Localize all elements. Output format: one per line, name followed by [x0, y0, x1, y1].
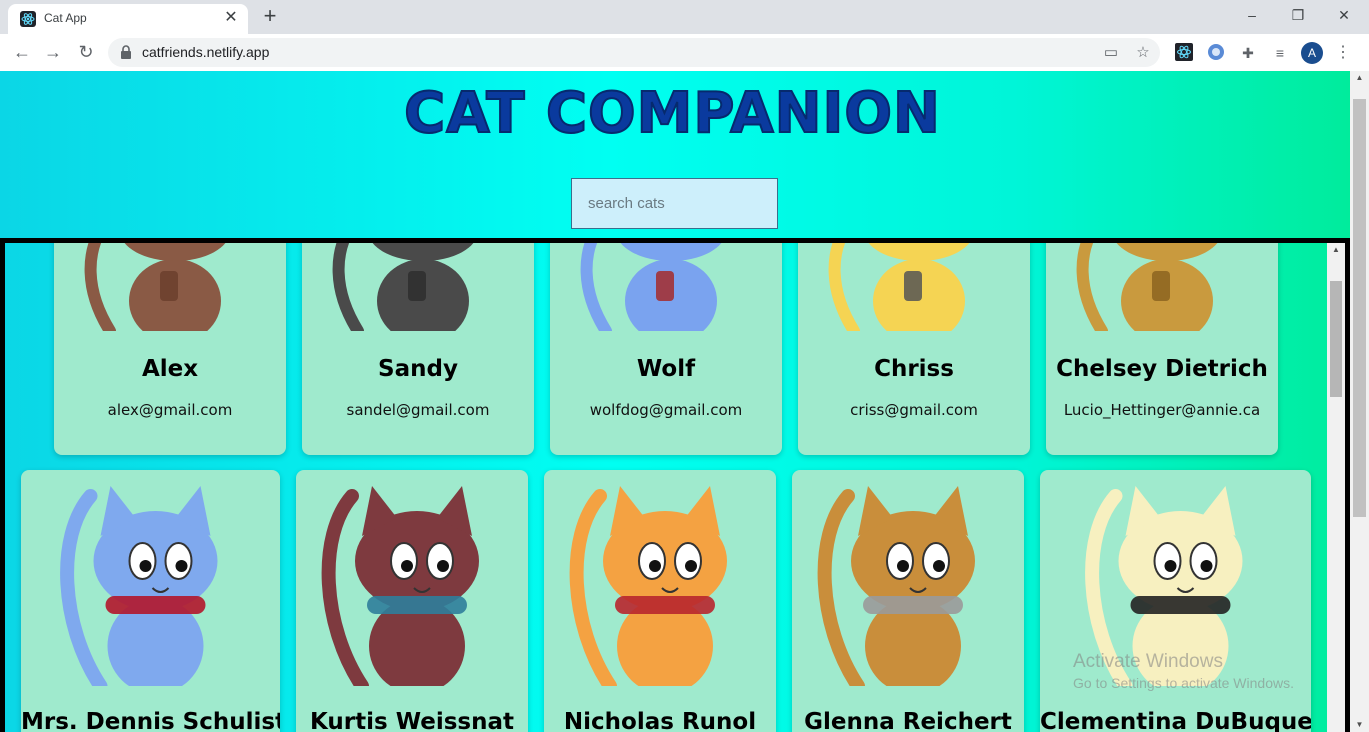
cat-card[interactable]: Nicholas Runol — [544, 470, 776, 732]
cat-list-scrollbar-thumb[interactable] — [1330, 281, 1342, 397]
cat-card[interactable]: Chelsey Dietrich Lucio_Hettinger@annie.c… — [1046, 243, 1278, 455]
cat-name: Sandy — [378, 356, 458, 382]
star-icon[interactable]: ☆ — [1133, 43, 1153, 63]
cat-name: Alex — [141, 356, 199, 382]
tab-strip: Cat App ✕ + – ❐ ✕ — [0, 0, 1369, 34]
kebab-menu-icon[interactable]: ⋮ — [1334, 42, 1352, 64]
cat-card[interactable]: Glenna Reichert — [792, 470, 1024, 732]
cat-name: Kurtis Weissnat — [309, 709, 514, 732]
activate-windows-watermark: Activate Windows Go to Settings to activ… — [1073, 651, 1294, 691]
cat-name: Nicholas Runol — [563, 709, 757, 732]
watermark-line-2: Go to Settings to activate Windows. — [1073, 675, 1294, 691]
cat-name: Mrs. Dennis Schulist — [21, 709, 280, 732]
reload-icon[interactable]: ↻ — [74, 40, 98, 64]
avatar[interactable]: A — [1301, 42, 1323, 64]
cat-image — [60, 486, 218, 686]
page-scroll-down-icon[interactable]: ▼ — [1350, 718, 1369, 732]
cat-image — [332, 243, 474, 331]
extension-icon[interactable] — [1206, 43, 1226, 63]
back-arrow-icon[interactable]: ← — [10, 40, 34, 64]
cat-image — [84, 243, 226, 331]
cat-card[interactable]: Chriss criss@gmail.com — [798, 243, 1030, 455]
active-tab[interactable]: Cat App ✕ — [8, 4, 248, 34]
close-window-button[interactable]: ✕ — [1321, 0, 1367, 30]
lock-icon — [121, 45, 131, 59]
url-text: catfriends.netlify.app — [142, 44, 270, 60]
media-icon[interactable]: ≡ — [1270, 43, 1290, 63]
cat-card[interactable]: Kurtis Weissnat — [296, 470, 528, 732]
cat-image — [817, 486, 975, 686]
page-scrollbar[interactable]: ▲ ▼ — [1350, 71, 1369, 732]
puzzle-icon[interactable]: ✚ — [1238, 43, 1258, 63]
browser-toolbar: ← → ↻ catfriends.netlify.app ▭ ☆ ✚ ≡ A ⋮ — [0, 34, 1369, 72]
cat-name: Chelsey Dietrich — [1056, 356, 1268, 382]
watermark-line-1: Activate Windows — [1073, 651, 1223, 672]
minimize-button[interactable]: – — [1229, 0, 1275, 30]
cat-card[interactable]: Sandy sandel@gmail.com — [302, 243, 534, 455]
page-content: CAT COMPANION Alex alex@gmail.com Sandy … — [0, 71, 1350, 732]
react-favicon-icon — [20, 11, 36, 27]
cat-card[interactable]: Clementina DuBuque — [1040, 470, 1311, 732]
address-bar[interactable]: catfriends.netlify.app ▭ ☆ — [108, 38, 1160, 67]
cat-email: alex@gmail.com — [107, 401, 233, 419]
cat-image — [1076, 243, 1218, 331]
cat-name: Wolf — [636, 356, 696, 382]
page-title: CAT COMPANION — [403, 80, 941, 147]
cat-image — [828, 243, 970, 331]
search-input[interactable] — [571, 178, 778, 229]
cat-image — [580, 243, 722, 331]
cat-card[interactable]: Mrs. Dennis Schulist — [21, 470, 280, 732]
scroll-up-arrow-icon[interactable]: ▲ — [1327, 243, 1345, 257]
cat-image — [569, 486, 727, 686]
tab-title: Cat App — [44, 11, 87, 25]
cat-email: sandel@gmail.com — [346, 401, 490, 419]
cat-email: wolfdog@gmail.com — [589, 401, 743, 419]
cat-name: Chriss — [874, 356, 954, 382]
cast-icon[interactable]: ▭ — [1101, 43, 1121, 63]
page-scrollbar-thumb[interactable] — [1353, 99, 1366, 517]
restore-button[interactable]: ❐ — [1275, 0, 1321, 30]
cat-name: Clementina DuBuque — [1040, 709, 1311, 732]
cat-list-scrollbar[interactable]: ▲ — [1327, 243, 1345, 732]
cat-card[interactable]: Wolf wolfdog@gmail.com — [550, 243, 782, 455]
page-scroll-up-icon[interactable]: ▲ — [1350, 71, 1369, 85]
cat-name: Glenna Reichert — [804, 709, 1012, 732]
tab-close-icon[interactable]: ✕ — [222, 9, 240, 27]
new-tab-button[interactable]: + — [258, 5, 282, 28]
cat-card[interactable]: Alex alex@gmail.com — [54, 243, 286, 455]
react-devtools-icon[interactable] — [1174, 43, 1194, 63]
cat-image — [321, 486, 479, 686]
cat-email: criss@gmail.com — [850, 401, 978, 419]
cat-email: Lucio_Hettinger@annie.ca — [1063, 401, 1261, 419]
forward-arrow-icon[interactable]: → — [41, 40, 65, 64]
